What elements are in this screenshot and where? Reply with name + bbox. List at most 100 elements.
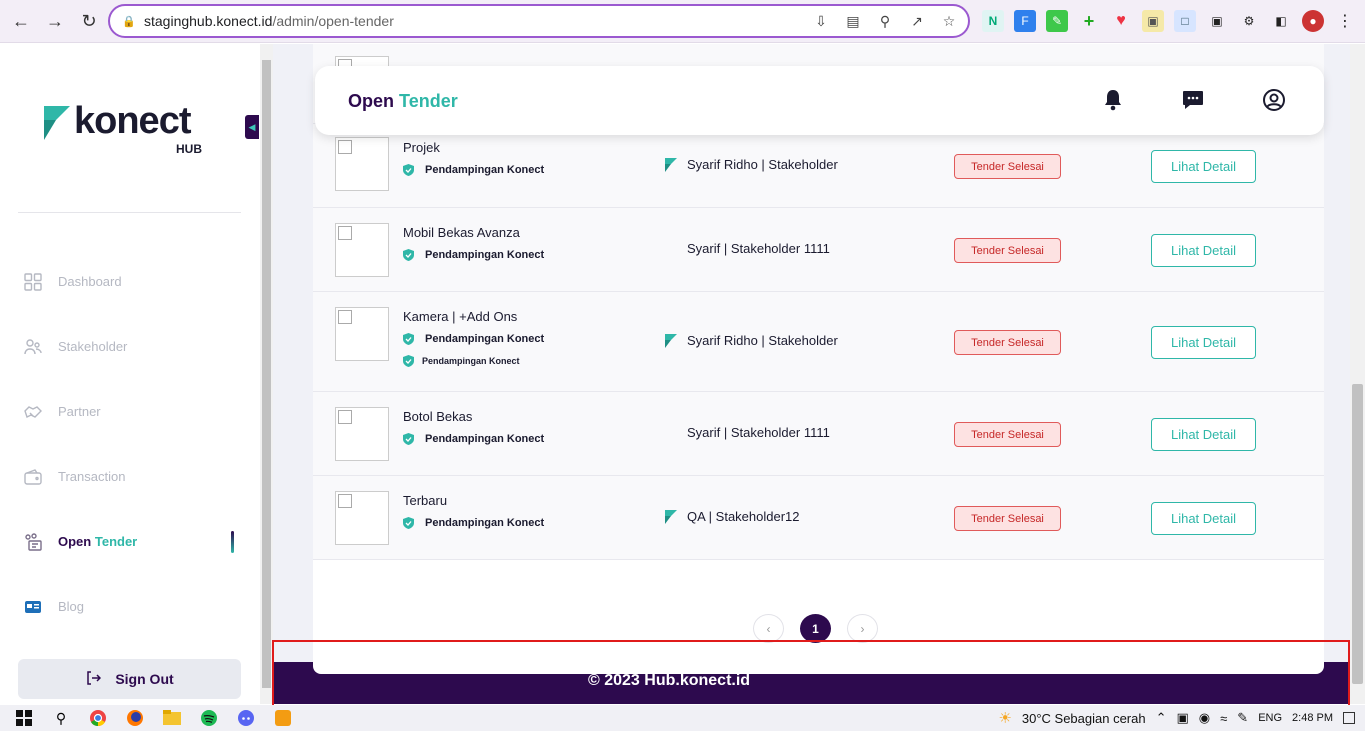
back-icon[interactable]: ←: [8, 8, 34, 34]
konect-mark-icon: [665, 333, 677, 348]
wifi-icon[interactable]: ≈: [1220, 711, 1227, 726]
pendampingan-badge: Pendampingan Konect: [403, 355, 520, 367]
profile-avatar[interactable]: ●: [1302, 10, 1324, 32]
shield-check-icon: [403, 333, 414, 345]
sidebar-item-label: Partner: [58, 404, 101, 419]
chevron-up-icon[interactable]: ⌃: [1156, 710, 1167, 726]
sidebar-item-label-tender: Tender: [94, 534, 138, 549]
grid-icon: [24, 272, 42, 291]
sidebar-item-open-tender[interactable]: Open Tender: [24, 509, 244, 574]
address-bar[interactable]: 🔒 staginghub.konect.id/admin/open-tender…: [108, 4, 970, 38]
os-taskbar: ⚲ ☀ 30°C Sebagian cerah ⌃ ▣ ◉ ≈ ✎ ENG 2:…: [0, 705, 1365, 731]
tender-icon: [24, 532, 42, 551]
zoom-icon[interactable]: ⚲: [876, 12, 894, 30]
notifications-icon[interactable]: [1343, 712, 1355, 724]
extension-doc-icon[interactable]: ▣: [1142, 10, 1164, 32]
sidebar-item-label: Blog: [58, 599, 85, 614]
menu-kebab-icon[interactable]: ⋮: [1334, 10, 1356, 32]
sign-out-button[interactable]: Sign Out: [18, 659, 241, 699]
extension-n-icon[interactable]: N: [982, 10, 1004, 32]
owner-label: Syarif | Stakeholder 1111: [687, 425, 830, 440]
sublime-icon[interactable]: [270, 707, 296, 729]
konect-logo[interactable]: konect HUB: [44, 100, 214, 164]
extension-file-icon[interactable]: □: [1174, 10, 1196, 32]
next-page-button[interactable]: ›: [847, 614, 878, 643]
item-name: Kamera | +Add Ons: [403, 309, 518, 324]
sidebar-item-partner[interactable]: Partner: [24, 379, 244, 444]
extension-pip-icon[interactable]: ▣: [1206, 10, 1228, 32]
lihat-detail-button[interactable]: Lihat Detail: [1151, 150, 1256, 183]
network-icon[interactable]: ▣: [1177, 710, 1189, 726]
clock[interactable]: 2:48 PM: [1292, 712, 1333, 724]
owner-label: Syarif Ridho | Stakeholder: [687, 333, 838, 348]
sidebar-item-transaction[interactable]: Transaction: [24, 444, 244, 509]
install-icon[interactable]: ⇩: [812, 12, 830, 30]
extension-plus-icon[interactable]: +: [1078, 10, 1100, 32]
sidebar-scrollbar-thumb[interactable]: [262, 60, 271, 688]
owner-info: QA | Stakeholder12: [665, 509, 800, 524]
wallet-icon: [24, 468, 42, 486]
extension-fi-icon[interactable]: F: [1014, 10, 1036, 32]
active-indicator: [231, 531, 234, 553]
owner-info: Syarif Ridho | Stakeholder: [665, 333, 838, 348]
sidebar: konect HUB ◀ Dashboard Stakeholder Partn…: [0, 44, 260, 704]
firefox-icon[interactable]: [122, 707, 148, 729]
item-name: Botol Bekas: [403, 409, 473, 424]
extension-shield-icon[interactable]: ♥: [1110, 10, 1132, 32]
weather-text[interactable]: 30°C Sebagian cerah: [1022, 711, 1146, 726]
owner-label: Syarif | Stakeholder 1111: [687, 241, 830, 256]
mic-icon[interactable]: ◉: [1199, 710, 1210, 726]
card-bottom: [313, 654, 1324, 674]
language-indicator[interactable]: ENG: [1258, 712, 1282, 724]
file-explorer-icon[interactable]: [159, 707, 185, 729]
forward-icon[interactable]: →: [42, 8, 68, 34]
share-icon[interactable]: ↗: [908, 12, 926, 30]
sidebar-item-label-open: Open: [58, 534, 92, 549]
extension-pen-icon[interactable]: ✎: [1046, 10, 1068, 32]
shield-check-icon: [403, 164, 414, 176]
extensions-puzzle-icon[interactable]: ⚙: [1238, 10, 1260, 32]
profile-icon[interactable]: [1262, 88, 1286, 112]
lihat-detail-button[interactable]: Lihat Detail: [1151, 234, 1256, 267]
konect-mark-icon: [665, 157, 677, 172]
sidebar-divider: [18, 212, 241, 213]
pen-icon[interactable]: ✎: [1237, 710, 1248, 726]
collapse-sidebar-button[interactable]: ◀: [245, 115, 259, 139]
status-badge: Tender Selesai: [954, 238, 1061, 263]
badge-label: Pendampingan Konect: [425, 164, 545, 176]
logout-icon: [85, 670, 102, 689]
bell-icon[interactable]: [1101, 88, 1125, 112]
page-1-button[interactable]: 1: [800, 614, 831, 643]
chat-icon[interactable]: [1181, 88, 1205, 112]
windows-start-icon[interactable]: [11, 707, 37, 729]
sidebar-item-stakeholder[interactable]: Stakeholder: [24, 314, 244, 379]
page-scrollbar-thumb[interactable]: [1352, 384, 1363, 684]
table-row: Kamera | +Add Ons Pendampingan Konect Pend…: [313, 292, 1324, 392]
bookmark-star-icon[interactable]: ☆: [940, 12, 958, 30]
chrome-icon[interactable]: [85, 707, 111, 729]
owner-label: QA | Stakeholder12: [687, 509, 800, 524]
sidebar-item-blog[interactable]: Blog: [24, 574, 244, 639]
shield-check-icon: [403, 433, 414, 445]
weather-icon: ☀: [998, 710, 1012, 727]
prev-page-button[interactable]: ‹: [753, 614, 784, 643]
owner-info: Syarif Ridho | Stakeholder: [665, 157, 838, 172]
side-panel-icon[interactable]: ◧: [1270, 10, 1292, 32]
sidebar-item-label: Dashboard: [58, 274, 122, 289]
sidebar-item-dashboard[interactable]: Dashboard: [24, 249, 244, 314]
pendampingan-badge: Pendampingan Konect: [403, 517, 544, 529]
shield-check-icon: [403, 355, 414, 367]
table-row: Projek Pendampingan Konect Syarif Ridho | …: [313, 124, 1324, 208]
logo-sub: HUB: [176, 142, 202, 156]
translate-icon[interactable]: ▤: [844, 12, 862, 30]
reload-icon[interactable]: ↻: [76, 8, 102, 34]
lihat-detail-button[interactable]: Lihat Detail: [1151, 326, 1256, 359]
lihat-detail-button[interactable]: Lihat Detail: [1151, 502, 1256, 535]
lihat-detail-button[interactable]: Lihat Detail: [1151, 418, 1256, 451]
discord-icon[interactable]: [233, 707, 259, 729]
system-tray: ☀ 30°C Sebagian cerah ⌃ ▣ ◉ ≈ ✎ ENG 2:48…: [998, 705, 1355, 731]
sign-out-label: Sign Out: [115, 671, 174, 687]
spotify-icon[interactable]: [196, 707, 222, 729]
search-icon[interactable]: ⚲: [48, 707, 74, 729]
news-icon: [24, 598, 42, 616]
